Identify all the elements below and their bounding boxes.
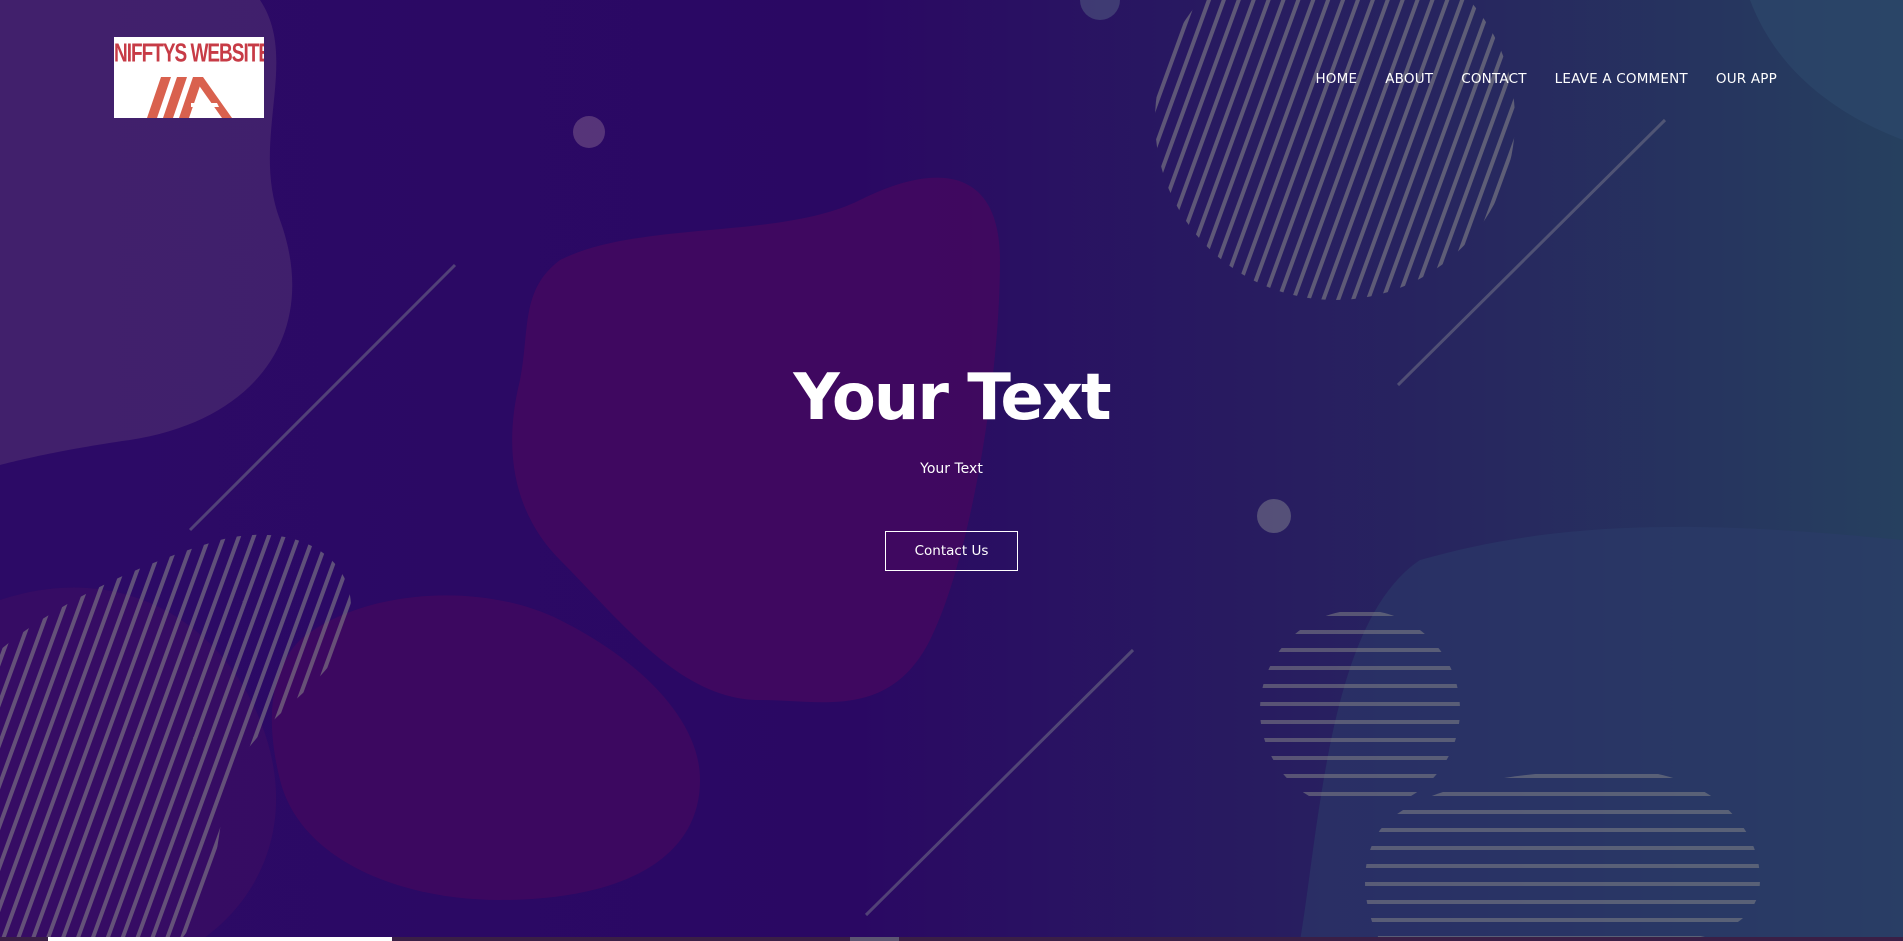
logo-text: NIFFTYS WEBSITE DESIGNS <box>114 40 264 69</box>
logo-mark-icon <box>147 77 232 118</box>
nav-item-leave-a-comment[interactable]: LEAVE A COMMENT <box>1555 71 1688 87</box>
hero-title: Your Text <box>793 361 1111 435</box>
nav-item-our-app[interactable]: OUR APP <box>1716 71 1777 87</box>
nav-item-home[interactable]: HOME <box>1315 71 1357 87</box>
nav-item-contact[interactable]: CONTACT <box>1461 71 1526 87</box>
nav-item-about[interactable]: ABOUT <box>1385 71 1433 87</box>
site-logo[interactable]: NIFFTYS WEBSITE DESIGNS <box>114 37 264 118</box>
hero-subtitle: Your Text <box>920 461 983 477</box>
main-nav: HOME ABOUT CONTACT LEAVE A COMMENT OUR A… <box>1315 71 1777 87</box>
slider-indicator-active[interactable] <box>48 937 392 941</box>
slider-indicator[interactable] <box>850 937 899 941</box>
contact-us-button[interactable]: Contact Us <box>885 531 1018 571</box>
